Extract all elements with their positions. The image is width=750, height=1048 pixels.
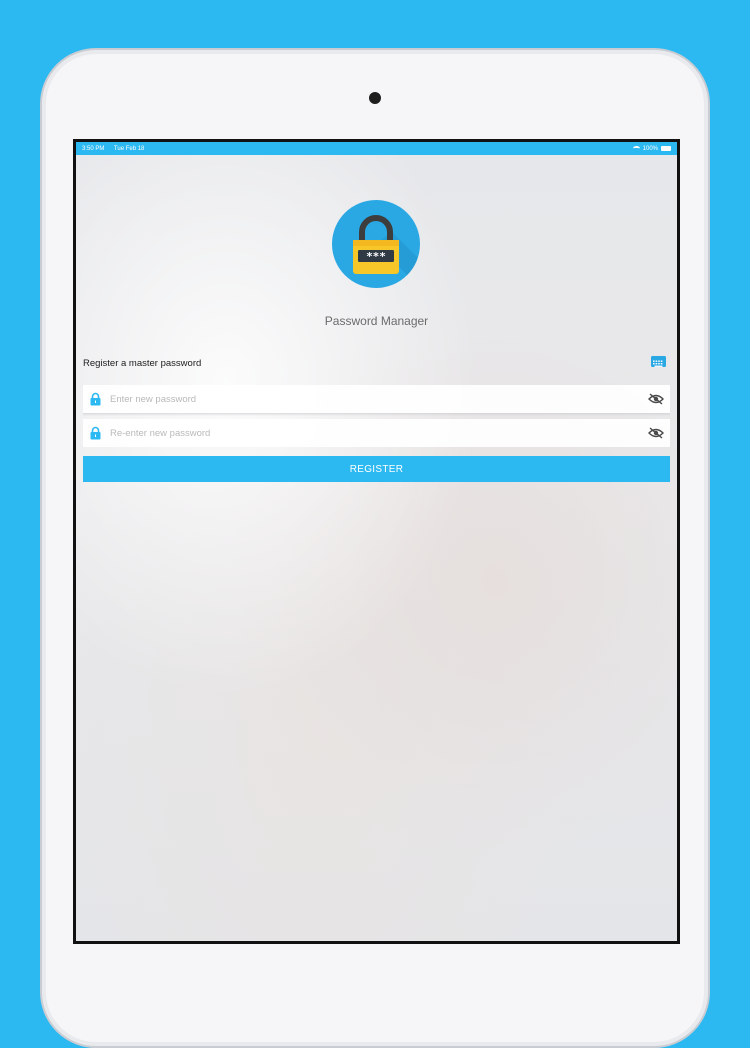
confirm-password-field[interactable] xyxy=(83,419,670,447)
status-bar: 3:50 PM Tue Feb 18 100% xyxy=(76,142,677,155)
register-button[interactable]: REGISTER xyxy=(83,456,670,482)
battery-icon xyxy=(661,146,671,151)
status-left: 3:50 PM Tue Feb 18 xyxy=(82,146,152,152)
lock-icon xyxy=(90,426,101,440)
front-camera xyxy=(369,92,381,104)
tablet-screen: 3:50 PM Tue Feb 18 100% *** Password Man… xyxy=(73,139,680,944)
wifi-icon xyxy=(632,146,640,151)
eye-slash-icon[interactable] xyxy=(648,393,664,405)
svg-text:***: *** xyxy=(366,250,386,263)
lock-icon xyxy=(90,392,101,406)
new-password-input[interactable] xyxy=(110,393,648,405)
status-right: 100% xyxy=(632,145,671,152)
field-divider xyxy=(83,413,670,416)
app-logo: *** xyxy=(332,200,420,288)
eye-slash-icon[interactable] xyxy=(648,427,664,439)
battery-percent: 100% xyxy=(642,145,658,152)
app-screen: 3:50 PM Tue Feb 18 100% *** Password Man… xyxy=(76,142,677,941)
confirm-password-input[interactable] xyxy=(110,427,648,439)
keyboard-icon[interactable] xyxy=(651,356,666,367)
app-title: Password Manager xyxy=(324,314,429,328)
status-time: 3:50 PM xyxy=(82,145,105,152)
section-label: Register a master password xyxy=(83,358,202,369)
status-date: Tue Feb 18 xyxy=(113,145,145,152)
new-password-field[interactable] xyxy=(83,385,670,413)
padlock-icon: *** xyxy=(353,215,420,288)
